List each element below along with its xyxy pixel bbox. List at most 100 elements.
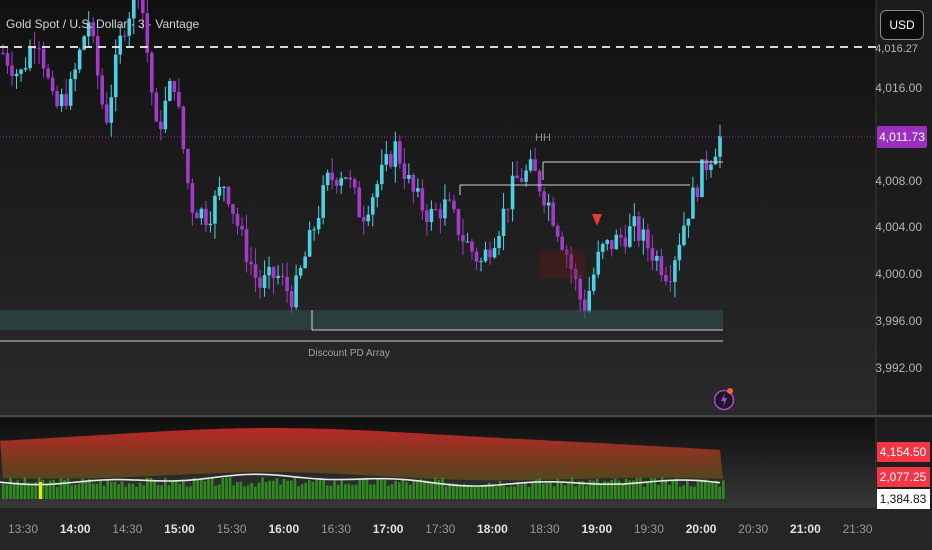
candle-body — [204, 208, 208, 226]
candle-body — [402, 163, 407, 179]
time-label: 20:30 — [738, 522, 768, 536]
candle-body — [407, 174, 411, 179]
candle-body — [262, 275, 267, 288]
price-axis-cut-label: 4,016.27 — [875, 43, 918, 55]
candle-body — [709, 164, 713, 171]
volume-bar — [84, 480, 88, 499]
candle-body — [109, 97, 114, 123]
volume-bar — [470, 485, 473, 499]
volume-bar — [614, 478, 617, 499]
volume-bar — [610, 480, 613, 499]
volume-bar — [696, 479, 700, 499]
candle-body — [515, 175, 519, 179]
volume-bar — [549, 481, 552, 499]
candle-body — [348, 177, 353, 180]
volume-bar — [642, 486, 646, 499]
volume-bar — [513, 486, 516, 499]
candle-body — [50, 77, 55, 92]
volume-bar — [596, 478, 599, 499]
candle-body — [154, 92, 159, 122]
volume-bar — [185, 486, 189, 499]
volume-bar — [66, 478, 70, 499]
candle-body — [41, 48, 46, 69]
candle-body — [55, 91, 59, 107]
candle-body — [677, 245, 682, 261]
candle-body — [533, 159, 537, 171]
current-price-label: 4,011.73 — [879, 130, 925, 144]
time-axis[interactable]: 13:30 14:00 14:30 15:00 15:30 16:00 16:30 17:00… — [8, 522, 873, 536]
candle-body — [664, 275, 668, 282]
time-label: 20:00 — [686, 522, 717, 536]
volume-bar — [570, 477, 574, 499]
volume-bar — [228, 477, 232, 499]
indicator-label-low: 1,384.83 — [880, 492, 927, 506]
candle-body — [537, 170, 542, 192]
volume-bar — [542, 483, 545, 499]
volume-bar — [390, 484, 394, 499]
volume-bar — [527, 486, 531, 499]
volume-bar — [484, 484, 487, 499]
volume-bar — [376, 479, 379, 499]
volume-bar — [77, 483, 81, 499]
currency-button[interactable]: USD — [880, 10, 924, 40]
volume-bar — [336, 484, 340, 499]
volume-bar — [675, 478, 678, 499]
candle-body — [366, 214, 371, 222]
volume-bar — [419, 479, 423, 499]
candle-body — [398, 141, 402, 164]
candle-body — [623, 237, 628, 247]
candle-body — [528, 159, 533, 171]
candle-body — [10, 65, 14, 77]
volume-bar — [714, 480, 718, 499]
price-chart[interactable]: HH Discount PD Array 4,016.27 4,016.00 4… — [0, 0, 932, 550]
price-tick: 4,008.00 — [875, 174, 922, 188]
volume-bar — [473, 486, 477, 499]
volume-bar — [520, 484, 523, 499]
volume-bar — [704, 479, 707, 499]
volume-bar — [160, 485, 163, 499]
candle-body — [560, 236, 564, 250]
candle-body — [37, 48, 41, 50]
volume-bar — [23, 477, 27, 499]
volume-bar — [196, 480, 199, 499]
candle-body — [632, 216, 637, 227]
volume-bar — [516, 481, 520, 499]
candle-body — [312, 229, 316, 231]
candle-body — [609, 240, 614, 250]
candle-body — [95, 36, 100, 76]
volume-bar — [9, 477, 12, 499]
volume-bar — [401, 479, 405, 499]
volume-bar — [509, 486, 513, 499]
volume-bar — [156, 485, 160, 499]
candle-body — [587, 290, 592, 312]
volume-bar — [358, 478, 361, 499]
volume-bar — [531, 481, 534, 499]
candle-body — [73, 69, 77, 80]
volume-bar — [236, 482, 239, 499]
candle-body — [379, 164, 384, 185]
candle-body — [140, 0, 145, 14]
lightning-alert-icon[interactable] — [713, 385, 736, 411]
volume-bar — [218, 484, 221, 499]
candle-body — [208, 223, 213, 226]
candle-body — [668, 281, 673, 283]
volume-bar — [444, 486, 448, 499]
indicator-label-high: 4,154.50 — [880, 445, 927, 459]
candle-body — [285, 277, 289, 292]
candle-body — [492, 248, 497, 258]
time-label: 14:00 — [60, 522, 91, 536]
volume-bar — [257, 482, 261, 499]
discount-zone-fill-small — [540, 250, 585, 278]
symbol-title[interactable]: Gold Spot / U.S. Dollar · 3 · Vantage — [6, 17, 199, 31]
candle-body — [420, 188, 425, 211]
candle-body — [321, 185, 325, 218]
volume-bar — [178, 483, 181, 499]
candle-body — [605, 240, 610, 244]
volume-bar — [380, 477, 383, 499]
time-label: 18:00 — [477, 522, 508, 536]
candle-body — [456, 209, 461, 236]
candle-body — [280, 275, 285, 278]
candle-body — [195, 212, 199, 219]
volume-bar — [221, 477, 225, 499]
volume-bar — [495, 486, 498, 499]
